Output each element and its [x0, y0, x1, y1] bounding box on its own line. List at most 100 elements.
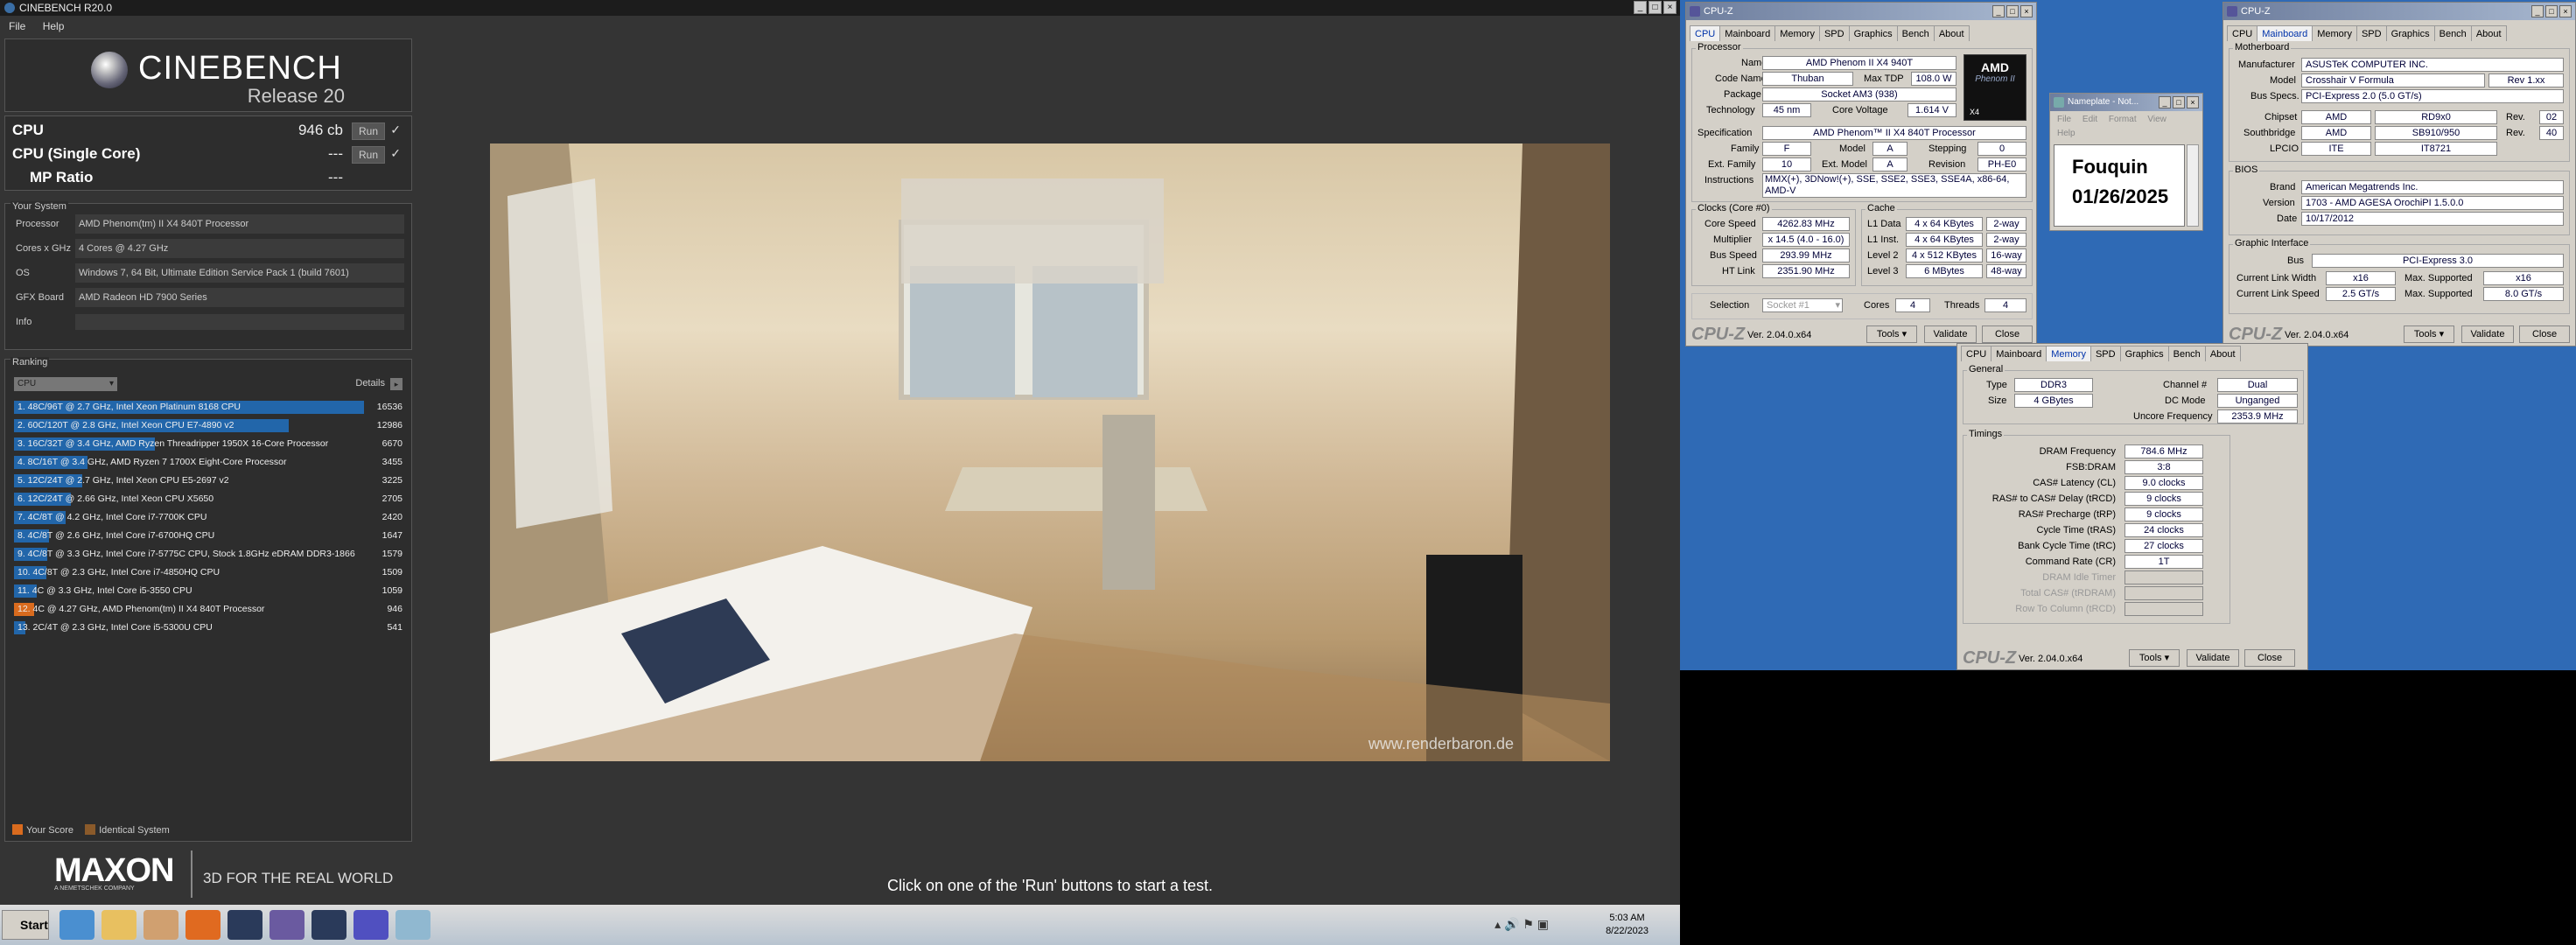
- ranking-row[interactable]: 3. 16C/32T @ 3.4 GHz, AMD Ryzen Threadri…: [14, 437, 404, 452]
- ranking-dropdown[interactable]: CPU ▾: [14, 377, 117, 391]
- validate-button[interactable]: Validate: [2461, 326, 2514, 343]
- tab-about[interactable]: About: [2204, 346, 2241, 361]
- package-label: Package: [1724, 89, 1761, 100]
- bios-date: 10/17/2012: [2301, 212, 2564, 226]
- maximize-button[interactable]: □: [2545, 5, 2558, 18]
- tab-bench[interactable]: Bench: [1896, 25, 1935, 41]
- minimize-button[interactable]: _: [1992, 5, 2005, 18]
- ranking-score: 1509: [382, 567, 402, 578]
- system-row: Cores x GHz 4 Cores @ 4.27 GHz: [12, 239, 406, 258]
- scrollbar[interactable]: [2187, 144, 2199, 227]
- legend-identical: Identical System: [99, 825, 170, 836]
- ranking-row[interactable]: 7. 4C/8T @ 4.2 GHz, Intel Core i7-7700K …: [14, 510, 404, 525]
- ranking-row[interactable]: 12. 4C @ 4.27 GHz, AMD Phenom(tm) II X4 …: [14, 602, 404, 617]
- notepad-textarea[interactable]: Fouquin 01/26/2025: [2054, 144, 2185, 227]
- tab-mainboard[interactable]: Mainboard: [1991, 346, 2048, 361]
- ranking-row[interactable]: 8. 4C/8T @ 2.6 GHz, Intel Core i7-6700HQ…: [14, 528, 404, 543]
- close-button[interactable]: ×: [1663, 1, 1676, 14]
- menu-format[interactable]: Format: [2109, 115, 2137, 124]
- menu-help[interactable]: Help: [43, 20, 65, 32]
- maximize-button[interactable]: □: [1648, 1, 1662, 14]
- close-button[interactable]: ×: [2559, 5, 2572, 18]
- spec-label: Specification: [1698, 128, 1753, 138]
- tab-mainboard[interactable]: Mainboard: [1719, 25, 1776, 41]
- close-button[interactable]: ×: [2187, 96, 2199, 108]
- validate-button[interactable]: Validate: [2187, 649, 2239, 667]
- details-arrow-icon[interactable]: ▸: [390, 378, 402, 390]
- minimize-button[interactable]: _: [2159, 96, 2171, 108]
- ranking-row[interactable]: 13. 2C/4T @ 2.3 GHz, Intel Core i5-5300U…: [14, 620, 404, 635]
- ranking-row[interactable]: 1. 48C/96T @ 2.7 GHz, Intel Xeon Platinu…: [14, 400, 404, 415]
- tab-spd[interactable]: SPD: [2090, 346, 2121, 361]
- clock[interactable]: 5:03 AM 8/22/2023: [1606, 912, 1648, 938]
- close-app-button[interactable]: Close: [2519, 326, 2570, 343]
- minimize-button[interactable]: _: [1634, 1, 1647, 14]
- firefox-icon[interactable]: [186, 910, 220, 940]
- tab-bench[interactable]: Bench: [2433, 25, 2472, 41]
- ranking-row[interactable]: 4. 8C/16T @ 3.4 GHz, AMD Ryzen 7 1700X E…: [14, 455, 404, 470]
- system-row: Info: [12, 312, 406, 332]
- cpu-check-icon[interactable]: ✓: [390, 122, 401, 137]
- tab-graphics[interactable]: Graphics: [1848, 25, 1898, 41]
- minimize-button[interactable]: _: [2531, 5, 2544, 18]
- run-cpu-button[interactable]: Run: [352, 122, 385, 140]
- lpcio: ITE: [2301, 142, 2371, 156]
- tab-mainboard[interactable]: Mainboard: [2257, 25, 2314, 41]
- ranking-row[interactable]: 9. 4C/8T @ 3.3 GHz, Intel Core i7-5775C …: [14, 547, 404, 562]
- ranking-text: 12. 4C @ 4.27 GHz, AMD Phenom(tm) II X4 …: [18, 604, 265, 614]
- close-app-button[interactable]: Close: [2244, 649, 2295, 667]
- close-app-button[interactable]: Close: [1982, 326, 2033, 343]
- tab-about[interactable]: About: [1933, 25, 1970, 41]
- tools-button[interactable]: Tools ▾: [2404, 326, 2454, 343]
- tab-memory[interactable]: Memory: [1774, 25, 1820, 41]
- tab-about[interactable]: About: [2470, 25, 2507, 41]
- ranking-row[interactable]: 11. 4C @ 3.3 GHz, Intel Core i5-3550 CPU…: [14, 584, 404, 598]
- notepad-task-icon[interactable]: [396, 910, 430, 940]
- validate-button[interactable]: Validate: [1924, 326, 1977, 343]
- menu-edit[interactable]: Edit: [2082, 115, 2097, 124]
- ranking-row[interactable]: 2. 60C/120T @ 2.8 GHz, Intel Xeon CPU E7…: [14, 418, 404, 433]
- ranking-row[interactable]: 6. 12C/24T @ 2.66 GHz, Intel Xeon CPU X5…: [14, 492, 404, 507]
- ext-family-label: Ext. Family: [1708, 159, 1756, 170]
- menu-help[interactable]: Help: [2057, 129, 2076, 138]
- chevron-down-icon: ▾: [1835, 300, 1840, 311]
- explorer-icon[interactable]: [102, 910, 136, 940]
- cpu-tool-icon[interactable]: [270, 910, 304, 940]
- single-check-icon[interactable]: ✓: [390, 146, 401, 161]
- ie-icon[interactable]: [60, 910, 94, 940]
- tab-memory[interactable]: Memory: [2312, 25, 2357, 41]
- tray-icons[interactable]: ▴ 🔊 ⚑ ▣: [1494, 917, 1549, 932]
- cinebench-title: CINEBENCH R20.0: [19, 2, 113, 14]
- tab-cpu[interactable]: CPU: [1690, 25, 1721, 41]
- tools-button[interactable]: Tools ▾: [2129, 649, 2180, 667]
- ranking-score: 3225: [382, 475, 402, 486]
- media-player-icon[interactable]: [144, 910, 178, 940]
- menu-file[interactable]: File: [9, 20, 25, 32]
- socket-select[interactable]: Socket #1 ▾: [1762, 298, 1843, 312]
- tab-spd[interactable]: SPD: [2356, 25, 2387, 41]
- tab-cpu[interactable]: CPU: [2227, 25, 2258, 41]
- tools-button[interactable]: Tools ▾: [1866, 326, 1917, 343]
- run-single-button[interactable]: Run: [352, 146, 385, 164]
- system-row: Processor AMD Phenom(tm) II X4 840T Proce…: [12, 214, 406, 234]
- tab-graphics[interactable]: Graphics: [2385, 25, 2435, 41]
- tab-memory[interactable]: Memory: [2046, 346, 2091, 361]
- timing-value: [2124, 586, 2203, 600]
- ranking-row[interactable]: 5. 12C/24T @ 2.7 GHz, Intel Xeon CPU E5-…: [14, 473, 404, 488]
- tab-cpu[interactable]: CPU: [1961, 346, 1992, 361]
- cinebench-task-icon-2[interactable]: [312, 910, 346, 940]
- tab-graphics[interactable]: Graphics: [2119, 346, 2169, 361]
- details-label[interactable]: Details: [355, 378, 385, 388]
- start-button[interactable]: Start: [2, 910, 49, 940]
- menu-view[interactable]: View: [2147, 115, 2166, 124]
- cinebench-task-icon[interactable]: [228, 910, 262, 940]
- cpuz-task-icon[interactable]: [354, 910, 388, 940]
- tab-spd[interactable]: SPD: [1818, 25, 1850, 41]
- ranking-row[interactable]: 10. 4C/8T @ 2.3 GHz, Intel Core i7-4850H…: [14, 565, 404, 580]
- maximize-button[interactable]: □: [2173, 96, 2185, 108]
- close-button[interactable]: ×: [2020, 5, 2033, 18]
- info-field[interactable]: [75, 314, 404, 330]
- menu-file[interactable]: File: [2057, 115, 2071, 124]
- maximize-button[interactable]: □: [2006, 5, 2019, 18]
- tab-bench[interactable]: Bench: [2167, 346, 2206, 361]
